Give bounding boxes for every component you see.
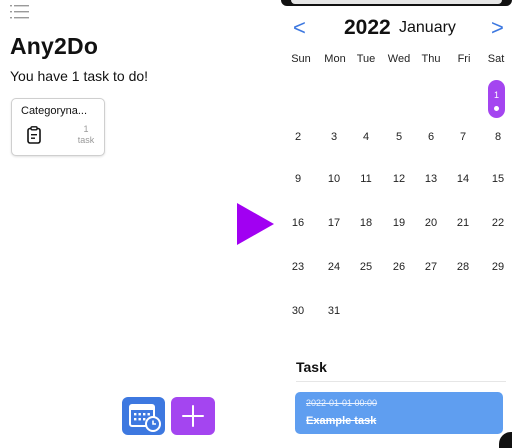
calendar-day[interactable]: 20 (415, 217, 447, 229)
calendar-day[interactable]: 12 (383, 173, 415, 185)
calendar-day[interactable]: 13 (415, 173, 447, 185)
next-month-button[interactable]: > (491, 17, 504, 39)
calendar-day[interactable]: 21 (447, 217, 479, 229)
calendar-day[interactable]: 7 (447, 131, 479, 143)
app-title: Any2Do (10, 33, 99, 59)
device-notch (281, 0, 512, 6)
calendar-day[interactable]: 4 (350, 131, 382, 143)
calendar-day[interactable]: 30 (282, 305, 314, 317)
previous-month-button[interactable]: < (293, 17, 306, 39)
menu-icon[interactable] (10, 4, 30, 20)
calendar-day[interactable]: 28 (447, 261, 479, 273)
calendar-day[interactable]: 9 (282, 173, 314, 185)
calendar-day[interactable]: 23 (282, 261, 314, 273)
weekday-mon: Mon (324, 53, 346, 65)
task-summary: You have 1 task to do! (10, 68, 149, 84)
calendar-day[interactable]: 3 (318, 131, 350, 143)
weekday-sat: Sat (487, 53, 505, 65)
calendar-day[interactable]: 14 (447, 173, 479, 185)
calendar-day[interactable]: 18 (350, 217, 382, 229)
calendar-year: 2022 (344, 16, 391, 39)
category-name: Categoryna... (21, 105, 88, 117)
weekday-tue: Tue (356, 53, 376, 65)
calendar-day[interactable]: 16 (282, 217, 314, 229)
calendar-day[interactable]: 27 (415, 261, 447, 273)
calendar-day[interactable]: 29 (482, 261, 512, 273)
task-item[interactable]: 2022-01-01 00:00 Example task (295, 392, 503, 434)
calendar-day[interactable]: 6 (415, 131, 447, 143)
calendar-day[interactable]: 2 (282, 131, 314, 143)
play-arrow-icon (237, 203, 274, 245)
weekday-sun: Sun (291, 53, 311, 65)
calendar-day[interactable]: 10 (318, 173, 350, 185)
task-datetime: 2022-01-01 00:00 (306, 398, 378, 408)
calendar-day[interactable]: 25 (350, 261, 382, 273)
weekday-thu: Thu (421, 53, 441, 65)
calendar-button[interactable] (122, 397, 165, 435)
task-section-heading: Task (296, 359, 327, 375)
calendar-day[interactable]: 17 (318, 217, 350, 229)
add-task-button[interactable] (171, 397, 215, 435)
task-indicator-dot (494, 106, 499, 111)
calendar-clock-icon (129, 404, 161, 432)
calendar-day[interactable]: 26 (383, 261, 415, 273)
weekday-wed: Wed (387, 53, 411, 65)
selected-day[interactable]: 1 (488, 80, 505, 118)
weekday-fri: Fri (457, 53, 471, 65)
category-card[interactable]: Categoryna... 1 task (11, 98, 105, 156)
device-corner (499, 432, 512, 448)
category-task-count: 1 task (77, 124, 95, 145)
divider (296, 381, 506, 382)
calendar-day[interactable]: 5 (383, 131, 415, 143)
calendar-day[interactable]: 19 (383, 217, 415, 229)
calendar-day[interactable]: 15 (482, 173, 512, 185)
calendar-day[interactable]: 11 (350, 173, 382, 185)
task-title: Example task (306, 415, 377, 427)
calendar-day[interactable]: 31 (318, 305, 350, 317)
calendar-month: January (399, 19, 456, 36)
calendar-day[interactable]: 22 (482, 217, 512, 229)
calendar-screen: < 2022 January > Sun Mon Tue Wed Thu Fri… (281, 0, 512, 448)
clipboard-icon (27, 126, 41, 144)
calendar-day[interactable]: 8 (482, 131, 512, 143)
calendar-day[interactable]: 24 (318, 261, 350, 273)
